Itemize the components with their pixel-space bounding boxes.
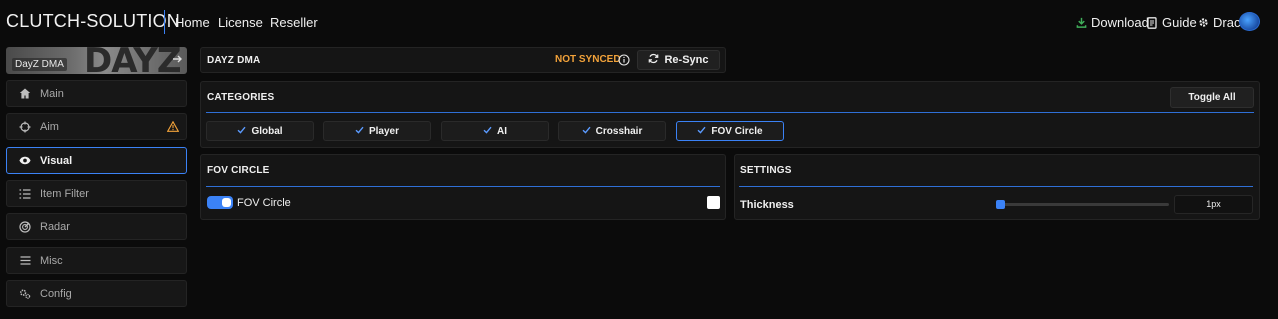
category-label: FOV Circle bbox=[711, 125, 763, 137]
fov-circle-divider bbox=[206, 186, 720, 187]
settings-title: SETTINGS bbox=[740, 165, 792, 176]
category-label: Global bbox=[251, 125, 283, 137]
check-icon bbox=[237, 126, 246, 137]
toggle-knob bbox=[222, 198, 231, 207]
category-player-button[interactable]: Player bbox=[323, 121, 431, 141]
user-menu[interactable]: Drac bbox=[1198, 15, 1240, 30]
username: Drac bbox=[1213, 15, 1241, 30]
download-link[interactable]: Download bbox=[1076, 15, 1149, 30]
fov-circle-toggle[interactable] bbox=[207, 196, 233, 209]
brand-logo[interactable]: CLUTCH-SOLUTION bbox=[6, 11, 180, 32]
eye-icon bbox=[19, 155, 31, 167]
resync-button[interactable]: Re-Sync bbox=[637, 50, 720, 70]
sidebar-item-label: Aim bbox=[40, 120, 59, 133]
thickness-label: Thickness bbox=[740, 199, 794, 211]
sidebar-item-label: Item Filter bbox=[40, 187, 89, 200]
thickness-slider-track[interactable] bbox=[998, 203, 1169, 206]
settings-divider bbox=[739, 186, 1253, 187]
sidebar-item-main[interactable]: Main bbox=[6, 80, 187, 107]
sidebar-item-config[interactable]: Config bbox=[6, 280, 187, 307]
thickness-slider-thumb[interactable] bbox=[996, 200, 1005, 209]
crosshair-icon bbox=[19, 121, 31, 133]
sidebar-item-item-filter[interactable]: Item Filter bbox=[6, 180, 187, 207]
game-title: DAYZ DMA bbox=[207, 55, 261, 66]
check-icon bbox=[697, 126, 706, 137]
info-icon[interactable] bbox=[618, 54, 630, 69]
guide-icon bbox=[1147, 16, 1158, 29]
thickness-value-input[interactable]: 1px bbox=[1174, 195, 1253, 214]
gear-icon bbox=[1198, 17, 1209, 28]
toggle-all-button[interactable]: Toggle All bbox=[1170, 87, 1254, 108]
game-logo-text: DAYZ bbox=[84, 47, 182, 74]
fov-circle-color-picker[interactable] bbox=[707, 196, 720, 209]
avatar[interactable] bbox=[1239, 12, 1260, 31]
nav-home-link[interactable]: Home bbox=[175, 15, 210, 30]
fov-circle-label: FOV Circle bbox=[237, 197, 291, 209]
download-icon bbox=[1076, 17, 1087, 28]
check-icon bbox=[483, 126, 492, 137]
list-icon bbox=[19, 188, 31, 200]
category-label: Player bbox=[368, 125, 400, 137]
sidebar-item-misc[interactable]: Misc bbox=[6, 247, 187, 274]
sidebar-item-label: Config bbox=[40, 287, 72, 300]
fov-circle-title: FOV CIRCLE bbox=[207, 165, 270, 176]
sidebar-item-visual[interactable]: Visual bbox=[6, 147, 187, 174]
nav-reseller-link[interactable]: Reseller bbox=[270, 15, 318, 30]
guide-link[interactable]: Guide bbox=[1147, 15, 1197, 30]
category-label: AI bbox=[497, 125, 507, 137]
category-crosshair-button[interactable]: Crosshair bbox=[558, 121, 666, 141]
top-navbar: CLUTCH-SOLUTION Home License Reseller Do… bbox=[0, 0, 1278, 44]
download-label: Download bbox=[1091, 15, 1149, 30]
sidebar-item-label: Main bbox=[40, 87, 64, 100]
check-icon bbox=[355, 126, 364, 137]
home-icon bbox=[19, 88, 31, 100]
sync-status-text: NOT SYNCED bbox=[555, 54, 621, 65]
menu-icon bbox=[19, 255, 31, 267]
sidebar-item-radar[interactable]: Radar bbox=[6, 213, 187, 240]
brand-divider bbox=[164, 10, 165, 34]
gears-icon bbox=[19, 288, 31, 300]
exit-arrow-icon[interactable] bbox=[170, 52, 184, 69]
radar-icon bbox=[19, 220, 31, 233]
sidebar-item-label: Misc bbox=[40, 254, 63, 267]
resync-label: Re-Sync bbox=[664, 54, 709, 66]
category-label: Crosshair bbox=[595, 125, 643, 137]
fov-circle-panel bbox=[200, 154, 726, 220]
categories-divider bbox=[206, 112, 1254, 113]
sidebar-item-aim[interactable]: Aim bbox=[6, 113, 187, 140]
category-fov-circle-button[interactable]: FOV Circle bbox=[676, 121, 784, 141]
category-global-button[interactable]: Global bbox=[206, 121, 314, 141]
guide-label: Guide bbox=[1162, 15, 1197, 30]
game-banner[interactable]: DAYZ DayZ DMA bbox=[6, 47, 187, 74]
sidebar-item-label: Radar bbox=[40, 220, 70, 233]
sidebar-item-label: Visual bbox=[40, 154, 73, 167]
check-icon bbox=[582, 126, 591, 137]
game-label: DayZ DMA bbox=[12, 58, 67, 71]
category-ai-button[interactable]: AI bbox=[441, 121, 549, 141]
refresh-icon bbox=[648, 53, 659, 67]
warning-icon bbox=[166, 120, 180, 135]
nav-license-link[interactable]: License bbox=[218, 15, 263, 30]
categories-title: CATEGORIES bbox=[207, 92, 275, 103]
